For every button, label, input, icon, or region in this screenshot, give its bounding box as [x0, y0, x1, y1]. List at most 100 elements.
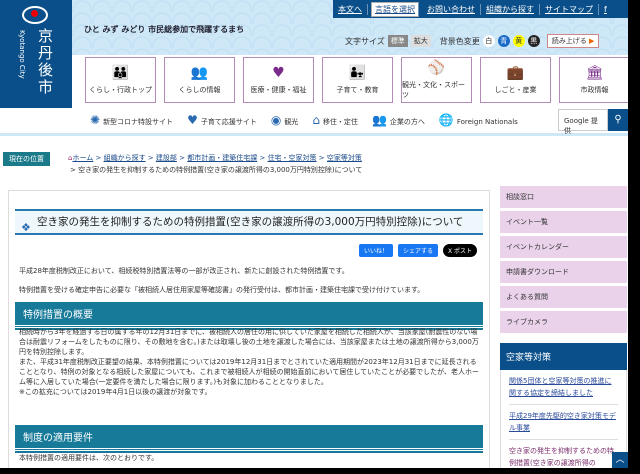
hearts-icon: ♥ [187, 112, 198, 127]
sitemap-link[interactable]: サイトマップ [540, 3, 599, 15]
facebook-share-button[interactable]: シェアする [397, 244, 438, 257]
text-size-large-button[interactable]: 拡大 [410, 35, 431, 47]
breadcrumb-vacant[interactable]: 空家等対策 [327, 154, 362, 162]
text-size-label: 文字サイズ [345, 36, 385, 46]
nav-label: 市政情報 [580, 86, 609, 94]
nav-label: 医療・健康・福祉 [250, 86, 307, 94]
subnav-migration[interactable]: ⌂ 移住・定住 [312, 113, 358, 127]
section-heading: 制度の適用要件 [15, 425, 483, 451]
intro-text: 平成28年度税制改正において、相続税特別措置法等の一部が改正され、新たに創設され… [19, 267, 349, 275]
text-size-standard-button[interactable]: 標準 [387, 35, 408, 47]
section-text: ※この拡充については2019年4月1日以後の譲渡が対象です。 [19, 388, 212, 396]
subnav-childcare[interactable]: ♥ 子育て応援サイト [187, 113, 257, 127]
org-search-link[interactable]: 組織から探す [481, 3, 540, 15]
nav-label: くらしの情報 [178, 86, 221, 94]
search-icon[interactable]: ⚲ [608, 109, 628, 131]
tagline: ひと みず みどり 市民総参加で飛躍するまち [84, 25, 245, 34]
virus-icon: ✺ [90, 112, 101, 127]
nav-tourism[interactable]: ⚾ 観光・文化・スポーツ [401, 57, 472, 103]
subnav-label: 観光 [284, 117, 299, 126]
logo-name: 京丹後市 [38, 27, 54, 96]
section-text: 相続時から3年を経過する日の属する年の12月31日までに、被相続人の居住の用に供… [19, 328, 479, 356]
heart-hand-icon: ♥ [272, 65, 285, 81]
building-icon: 🏛 [585, 65, 604, 81]
section-body: 相続時から3年を経過する日の属する年の12月31日までに、被相続人の居住の用に供… [19, 327, 479, 397]
breadcrumb-housing[interactable]: 住宅・空家対策 [268, 154, 317, 162]
nav-health[interactable]: ♥ 医療・健康・福祉 [243, 57, 314, 103]
subnav-covid[interactable]: ✺ 新型コロナ特設サイト [90, 113, 173, 127]
like-button[interactable]: いいね！ [358, 244, 393, 257]
breadcrumb-section[interactable]: 都市計画・建築住宅課 [187, 154, 257, 162]
page: Kyotango City 京丹後市 ひと みず みどり 市民総参加で飛躍するま… [0, 0, 628, 468]
sidebar-item-events[interactable]: イベント一覧 [500, 211, 627, 233]
main-content: ❖ 空き家の発生を抑制するための特例措置(空き家の譲渡所得の3,000万円特別控除… [8, 190, 490, 468]
page-title-text: 空き家の発生を抑制するための特例措置(空き家の譲渡所得の3,000万円特別控除)… [37, 216, 464, 228]
subnav-label: 移住・定住 [322, 117, 358, 126]
diamond-icon: ❖ [21, 221, 31, 234]
briefcase-icon: 💼 [506, 65, 525, 81]
bg-black-button[interactable]: 黒 [527, 35, 540, 47]
tourism-icon: ◉ [270, 112, 282, 127]
bg-yellow-button[interactable]: 黄 [512, 35, 525, 47]
main-nav: 👪 くらし・行政トップ 👥 くらしの情報 ♥ 医療・健康・福祉 👨‍👧 子育て・教育 ⚾… [85, 57, 628, 103]
breadcrumb-current: 空き家の発生を抑制するための特例措置(空き家の譲渡所得の3,000万円特別控除)… [78, 166, 363, 174]
site-logo[interactable]: Kyotango City 京丹後市 [0, 0, 72, 108]
sidebar-link-current: 空き家の発生を抑制するための特例措置(空き家の譲渡所得の [509, 447, 614, 467]
nav-city[interactable]: 🏛 市政情報 [559, 57, 628, 103]
page-title: ❖ 空き家の発生を抑制するための特例措置(空き家の譲渡所得の3,000万円特別控除… [15, 209, 483, 235]
share-buttons: いいね！ シェアする X ポスト [15, 244, 477, 257]
nav-label: しごと・産業 [494, 86, 537, 94]
nav-label: 観光・文化・スポーツ [402, 81, 465, 99]
subnav-label: Foreign Nationals [456, 117, 518, 126]
nav-education[interactable]: 👨‍👧 子育て・教育 [322, 57, 393, 103]
sidebar-item-calendar[interactable]: イベントカレンダー [500, 236, 627, 258]
bg-white-button[interactable]: 白 [482, 35, 495, 47]
sidebar-item-livecam[interactable]: ライブカメラ [500, 311, 627, 333]
breadcrumb-org[interactable]: 組織から探す [104, 154, 146, 162]
read-aloud-label: 読み上げる [551, 37, 587, 45]
bat-icon: ⚾ [427, 60, 446, 76]
breadcrumb-dept[interactable]: 建設部 [156, 154, 177, 162]
nav-label: くらし・行政トップ [89, 86, 152, 94]
globe-icon: 🌐 [438, 112, 454, 127]
nav-life-info[interactable]: 👥 くらしの情報 [164, 57, 235, 103]
x-post-button[interactable]: X ポスト [442, 244, 477, 257]
bg-color-label: 背景色変更 [439, 36, 480, 46]
sidebar-link[interactable]: 関係5団体と空家等対策の推進に関する協定を締結しました [509, 370, 618, 405]
contact-link[interactable]: お問い合わせ [422, 3, 481, 15]
nav-work[interactable]: 💼 しごと・産業 [480, 57, 551, 103]
bg-blue-button[interactable]: 青 [497, 35, 510, 47]
language-select[interactable]: 言語を選択 [371, 1, 419, 17]
accessibility-bar: 文字サイズ 標準 拡大 背景色変更 白 青 黄 黒 読み上げる ▶ [345, 34, 600, 48]
search-input[interactable]: Google 提供 [558, 109, 608, 135]
sidebar-link[interactable]: 平成29年度先駆的空き家対策モデル事業 [509, 405, 618, 440]
people-icon: 👥 [371, 112, 387, 127]
intro-text: 特例措置を受ける確定申告に必要な「被相続人居住用家屋等確認書」の発行受付は、都市… [19, 286, 425, 294]
subnav-business[interactable]: 👥 企業の方へ [372, 113, 425, 127]
section-heading: 特例措置の概要 [15, 302, 483, 328]
sidebar-heading: 空家等対策 [500, 343, 627, 370]
read-aloud-button[interactable]: 読み上げる ▶ [546, 34, 600, 48]
play-icon: ▶ [589, 37, 595, 45]
nav-label: 子育て・教育 [336, 86, 379, 94]
sidebar-item-downloads[interactable]: 申請書ダウンロード [500, 261, 627, 283]
facebook-icon[interactable]: f [599, 5, 612, 14]
city-emblem-icon [22, 6, 48, 24]
subnav-foreign[interactable]: 🌐 Foreign Nationals [439, 113, 518, 127]
kids-icon: 👨‍👧 [348, 65, 367, 81]
section-text: 本特例措置の適用要件は、次のとおりです。 [19, 454, 159, 462]
breadcrumb-home[interactable]: ホーム [72, 154, 93, 162]
people-icon: 👥 [190, 65, 209, 81]
nav-life-top[interactable]: 👪 くらし・行政トップ [85, 57, 156, 103]
subnav-label: 子育て応援サイト [200, 117, 257, 126]
house-icon: ⌂ [312, 112, 320, 127]
back-to-top-icon[interactable]: ︿ [612, 452, 628, 468]
skip-to-content-link[interactable]: 本文へ [333, 3, 368, 15]
family-icon: 👪 [111, 65, 130, 81]
site-search: Google 提供 ⚲ [558, 109, 628, 135]
sidebar-item-faq[interactable]: よくある質問 [500, 286, 627, 308]
sidebar-item-consultation[interactable]: 相談窓口 [500, 186, 627, 208]
sub-nav: ✺ 新型コロナ特設サイト ♥ 子育て応援サイト ◉ 観光 ⌂ 移住・定住 👥 企業の方へ … [0, 106, 628, 136]
sidebar: 相談窓口 イベント一覧 イベントカレンダー 申請書ダウンロード よくある質問 ラ… [500, 186, 627, 468]
subnav-tourism[interactable]: ◉ 観光 [271, 113, 298, 127]
